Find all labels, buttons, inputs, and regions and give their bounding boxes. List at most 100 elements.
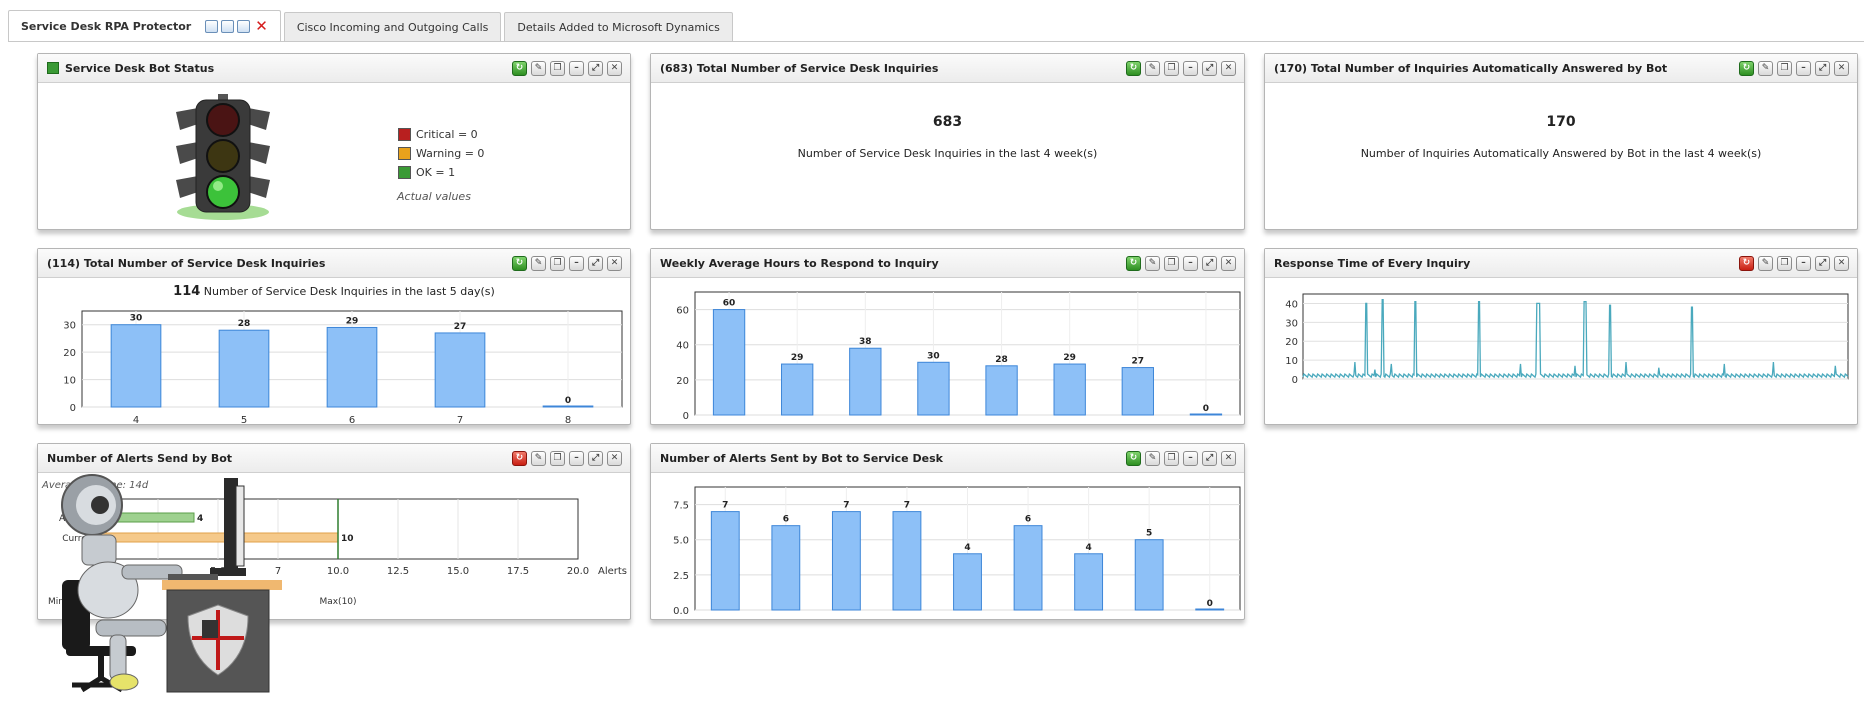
maximize-icon[interactable]: ⤢ bbox=[1202, 451, 1217, 466]
copy-icon[interactable]: ❐ bbox=[550, 256, 565, 271]
bar bbox=[710, 511, 740, 611]
close-icon[interactable]: ✕ bbox=[1221, 61, 1236, 76]
max-label: Max(10) bbox=[319, 597, 356, 607]
y-tick-label: 20 bbox=[676, 376, 689, 387]
refresh-icon[interactable]: ↻ bbox=[1126, 61, 1141, 76]
panel-bot-status: Service Desk Bot Status ↻ ✎ ❐ – ⤢ ✕ Crit… bbox=[37, 53, 631, 230]
data-label: 6 bbox=[1025, 515, 1031, 525]
panel-title: Weekly Average Hours to Respond to Inqui… bbox=[660, 256, 939, 270]
panel-response-time: Response Time of Every Inquiry ↻ ✎ ❐ – ⤢… bbox=[1264, 248, 1858, 425]
panel-title: Service Desk Bot Status bbox=[65, 61, 215, 75]
kpi-caption: Number of Service Desk Inquiries in the … bbox=[797, 147, 1098, 160]
close-icon[interactable]: ✕ bbox=[1834, 61, 1849, 76]
kpi-value: 170 bbox=[1546, 114, 1576, 130]
close-icon[interactable]: ✕ bbox=[607, 256, 622, 271]
close-icon[interactable]: ✕ bbox=[1221, 451, 1236, 466]
x-tick-label: 6 bbox=[1067, 423, 1073, 424]
bar bbox=[917, 361, 950, 416]
minimize-icon[interactable]: – bbox=[1796, 61, 1811, 76]
bar bbox=[953, 553, 982, 611]
legend-label: Critical = 0 bbox=[416, 128, 478, 141]
panel-toolbar: ↻ ✎ ❐ – ⤢ ✕ bbox=[512, 256, 622, 271]
status-legend: Critical = 0 Warning = 0 OK = 1 bbox=[398, 128, 484, 185]
refresh-icon[interactable]: ↻ bbox=[512, 256, 527, 271]
x-tick-label: 7 bbox=[1146, 618, 1152, 619]
maximize-icon[interactable]: ⤢ bbox=[1815, 256, 1830, 271]
refresh-icon[interactable]: ↻ bbox=[1739, 61, 1754, 76]
panel-header: (170) Total Number of Inquiries Automati… bbox=[1265, 54, 1857, 83]
close-icon[interactable]: ✕ bbox=[607, 61, 622, 76]
x-tick-label: 1 bbox=[726, 423, 732, 424]
close-icon[interactable]: ✕ bbox=[1834, 256, 1849, 271]
refresh-icon[interactable]: ↻ bbox=[512, 61, 527, 76]
panel-header: Number of Alerts Send by Bot ↻ ✎ ❐ – ⤢ ✕ bbox=[38, 444, 630, 473]
copy-icon[interactable]: ❐ bbox=[550, 451, 565, 466]
minimize-icon[interactable]: – bbox=[1183, 256, 1198, 271]
x-tick-label: 2 bbox=[794, 423, 800, 424]
maximize-icon[interactable]: ⤢ bbox=[588, 61, 603, 76]
settings-icon[interactable]: ✎ bbox=[1758, 256, 1773, 271]
settings-icon[interactable]: ✎ bbox=[531, 256, 546, 271]
panel-inquiries-5-days: (114) Total Number of Service Desk Inqui… bbox=[37, 248, 631, 425]
minimize-icon[interactable]: – bbox=[1183, 61, 1198, 76]
copy-icon[interactable]: ❐ bbox=[1164, 451, 1179, 466]
y-tick-label: 5.0 bbox=[673, 536, 689, 547]
settings-icon[interactable]: ✎ bbox=[1145, 61, 1160, 76]
refresh-icon[interactable]: ↻ bbox=[1126, 256, 1141, 271]
minimize-icon[interactable]: – bbox=[569, 256, 584, 271]
x-tick-label: 20.0 bbox=[567, 566, 589, 577]
tab-service-desk-rpa[interactable]: Service Desk RPA Protector ✕ bbox=[8, 10, 281, 42]
minimize-icon[interactable]: – bbox=[569, 61, 584, 76]
settings-icon[interactable]: ✎ bbox=[531, 61, 546, 76]
x-tick-label: 8 bbox=[1203, 423, 1209, 424]
legend-label: Warning = 0 bbox=[416, 147, 485, 160]
minimize-icon[interactable]: – bbox=[569, 451, 584, 466]
close-icon[interactable]: ✕ bbox=[1221, 256, 1236, 271]
copy-icon[interactable]: ❐ bbox=[1777, 61, 1792, 76]
panel-alerts-service-desk: Number of Alerts Sent by Bot to Service … bbox=[650, 443, 1245, 620]
x-tick-label: 5 bbox=[998, 423, 1004, 424]
tab-bar: Service Desk RPA Protector ✕ Cisco Incom… bbox=[8, 10, 736, 42]
copy-icon[interactable]: ❐ bbox=[1777, 256, 1792, 271]
panel-toolbar: ↻ ✎ ❐ – ⤢ ✕ bbox=[1739, 61, 1849, 76]
data-label: 30 bbox=[927, 351, 940, 361]
maximize-icon[interactable]: ⤢ bbox=[588, 451, 603, 466]
legend-label: OK = 1 bbox=[416, 166, 456, 179]
minimize-icon[interactable]: – bbox=[1183, 451, 1198, 466]
settings-icon[interactable]: ✎ bbox=[531, 451, 546, 466]
kpi-caption: Number of Service Desk Inquiries in the … bbox=[203, 285, 495, 298]
x-tick-label: 4 bbox=[930, 423, 936, 424]
minimize-icon[interactable]: – bbox=[1796, 256, 1811, 271]
data-label: 0 bbox=[1203, 404, 1209, 414]
settings-icon[interactable]: ✎ bbox=[1758, 61, 1773, 76]
maximize-icon[interactable]: ⤢ bbox=[588, 256, 603, 271]
response-time-line-chart: 0 10 20 30 40 bbox=[1285, 293, 1849, 386]
bar bbox=[771, 525, 801, 611]
refresh-icon[interactable]: ↻ bbox=[512, 451, 527, 466]
bar bbox=[849, 347, 882, 416]
bar bbox=[434, 332, 486, 408]
settings-icon[interactable]: ✎ bbox=[1145, 256, 1160, 271]
legend-ok: OK = 1 bbox=[398, 166, 484, 179]
tab-divider bbox=[8, 41, 1864, 42]
close-icon[interactable]: ✕ bbox=[607, 451, 622, 466]
window-icon[interactable] bbox=[205, 20, 219, 33]
maximize-icon[interactable]: ⤢ bbox=[1815, 61, 1830, 76]
copy-icon[interactable]: ❐ bbox=[550, 61, 565, 76]
edit-icon[interactable] bbox=[221, 20, 235, 33]
maximize-icon[interactable]: ⤢ bbox=[1202, 61, 1217, 76]
tab-cisco-calls[interactable]: Cisco Incoming and Outgoing Calls bbox=[283, 12, 502, 42]
data-label: 4 bbox=[964, 543, 970, 553]
copy-icon[interactable]: ❐ bbox=[1164, 256, 1179, 271]
copy-icon[interactable] bbox=[237, 20, 251, 33]
close-icon[interactable]: ✕ bbox=[255, 19, 268, 34]
maximize-icon[interactable]: ⤢ bbox=[1202, 256, 1217, 271]
x-tick-label: 4 bbox=[133, 415, 139, 424]
settings-icon[interactable]: ✎ bbox=[1145, 451, 1160, 466]
tab-microsoft-dynamics[interactable]: Details Added to Microsoft Dynamics bbox=[504, 12, 733, 42]
refresh-icon[interactable]: ↻ bbox=[1739, 256, 1754, 271]
copy-icon[interactable]: ❐ bbox=[1164, 61, 1179, 76]
y-tick-label: 0 bbox=[683, 411, 689, 422]
data-label: 29 bbox=[791, 353, 804, 363]
refresh-icon[interactable]: ↻ bbox=[1126, 451, 1141, 466]
